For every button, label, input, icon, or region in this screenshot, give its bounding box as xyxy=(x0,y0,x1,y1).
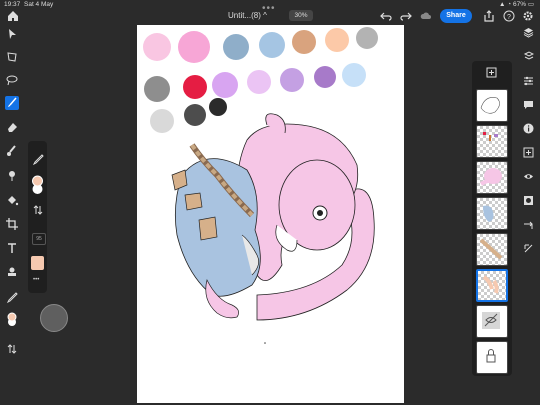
layer-properties-icon[interactable] xyxy=(523,51,534,62)
layer-blue-thumbnail[interactable] xyxy=(476,197,508,230)
adjust-icon[interactable] xyxy=(523,75,534,86)
add-layer-icon[interactable] xyxy=(523,147,534,158)
help-icon[interactable]: ? xyxy=(503,10,515,22)
select-icon[interactable] xyxy=(5,27,19,41)
svg-text:?: ? xyxy=(507,14,511,21)
add-layer-button-icon[interactable] xyxy=(486,67,497,78)
layer-hidden-thumbnail[interactable] xyxy=(476,305,508,338)
comments-icon[interactable] xyxy=(523,99,534,110)
redo-icon[interactable] xyxy=(400,10,412,22)
artwork-bag-2 xyxy=(184,192,203,211)
smudge-icon[interactable] xyxy=(5,144,19,158)
brush-swap-icon[interactable] xyxy=(32,204,44,216)
brush-eyedropper-icon[interactable] xyxy=(32,153,44,165)
mask-icon[interactable] xyxy=(523,195,534,206)
more-icon[interactable]: ••• xyxy=(33,277,39,283)
layer-brown-thumbnail[interactable] xyxy=(476,233,508,266)
transform-icon[interactable] xyxy=(5,50,19,64)
current-color-swatch[interactable] xyxy=(31,256,44,270)
artwork xyxy=(171,113,375,344)
eye-icon[interactable] xyxy=(523,171,534,182)
layer-locked-thumbnail[interactable] xyxy=(476,341,508,374)
drawing-canvas[interactable] xyxy=(137,25,404,403)
share-button[interactable]: Share xyxy=(440,9,472,23)
top-bar: ••• Untit...(8) ^ 30% Share ? xyxy=(0,3,540,24)
fill-icon[interactable] xyxy=(5,193,19,207)
layer-marks-thumbnail[interactable] xyxy=(476,125,508,158)
document-title[interactable]: Untit...(8) ^ xyxy=(228,11,267,20)
layer-peach-thumbnail[interactable] xyxy=(476,269,508,302)
export-icon[interactable] xyxy=(483,10,495,22)
text-icon[interactable] xyxy=(5,241,19,255)
crop-icon[interactable] xyxy=(5,217,19,231)
info-icon[interactable] xyxy=(523,123,534,134)
brush-size-preview[interactable] xyxy=(40,304,68,332)
status-time: 19:37 xyxy=(4,1,21,8)
undo-icon[interactable] xyxy=(380,10,392,22)
lasso-icon[interactable] xyxy=(5,73,19,87)
zoom-level[interactable]: 30% xyxy=(289,10,313,21)
artwork-pupil xyxy=(317,210,323,216)
brush-icon[interactable] xyxy=(5,96,19,110)
settings-icon[interactable] xyxy=(522,10,534,22)
left-toolbar xyxy=(0,24,24,405)
right-toolbar xyxy=(517,24,540,405)
home-icon[interactable] xyxy=(6,9,20,23)
flow-value[interactable]: 95 xyxy=(32,233,46,245)
artwork-bag-3 xyxy=(198,216,218,241)
layers-panel xyxy=(472,61,512,376)
clip-icon[interactable] xyxy=(523,243,534,254)
brush-settings-panel: 95 ••• xyxy=(28,141,47,293)
status-battery: ▲ ◔ 67% ▭ xyxy=(499,1,534,8)
artwork-dot xyxy=(264,342,266,344)
layers-icon[interactable] xyxy=(523,27,534,38)
eyedropper-icon[interactable] xyxy=(5,290,19,304)
brush-color-chips-icon[interactable] xyxy=(30,173,45,199)
swap-colors-icon[interactable] xyxy=(5,342,19,356)
blur-icon[interactable] xyxy=(5,168,19,182)
stamp-icon[interactable] xyxy=(5,265,19,279)
move-layer-icon[interactable] xyxy=(523,219,534,230)
eraser-icon[interactable] xyxy=(5,120,19,134)
status-date: Sat 4 May xyxy=(24,1,54,8)
cloud-icon[interactable] xyxy=(420,10,432,22)
color-chip-icon[interactable] xyxy=(5,312,19,326)
layer-sketch-thumbnail[interactable] xyxy=(476,89,508,122)
layer-pink-thumbnail[interactable] xyxy=(476,161,508,194)
